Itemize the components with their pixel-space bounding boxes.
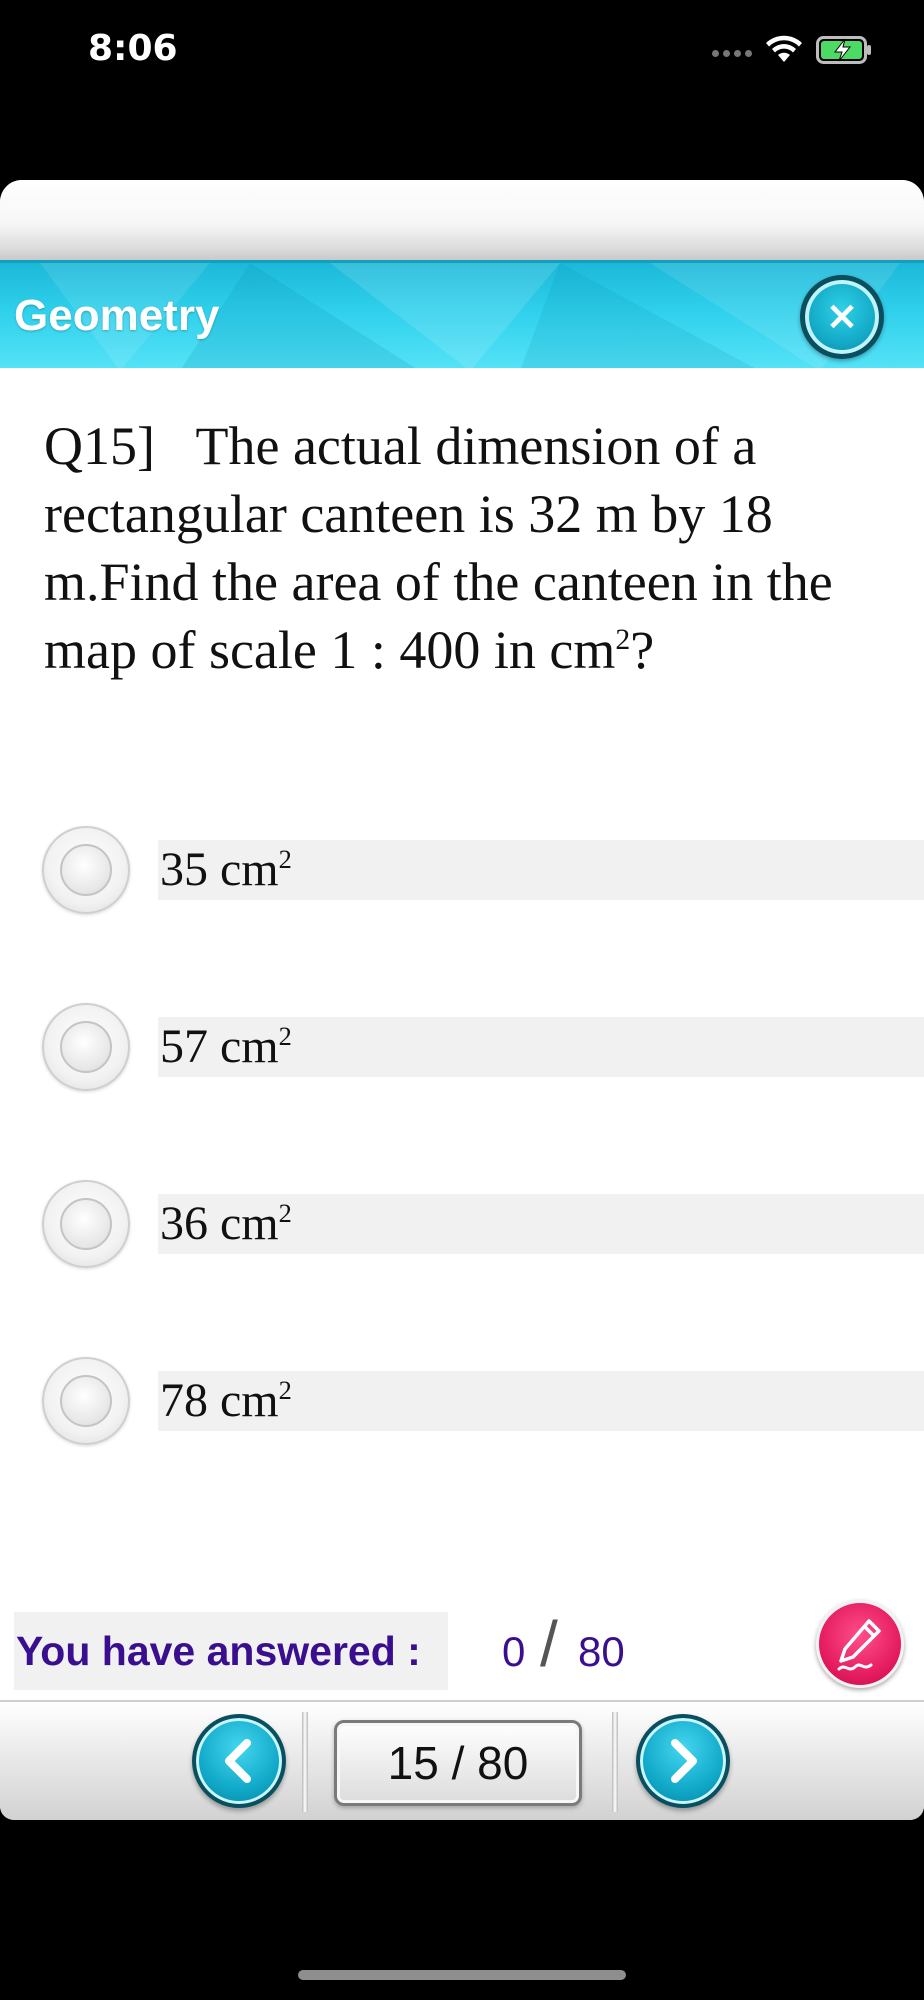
answered-progress: You have answered : 0 / 80 (0, 1600, 924, 1692)
navigation-bar: 15 / 80 (0, 1700, 924, 1820)
edit-button[interactable] (816, 1600, 904, 1688)
radio-button[interactable] (42, 1357, 130, 1445)
close-icon: × (825, 293, 859, 340)
status-time: 8:06 (88, 28, 178, 69)
next-button[interactable] (636, 1714, 730, 1808)
pencil-icon (837, 1619, 881, 1671)
status-bar: 8:06 (0, 0, 924, 110)
top-strip (0, 180, 924, 260)
wifi-icon (766, 35, 802, 62)
radio-button[interactable] (42, 826, 130, 914)
header-bar: Geometry × (0, 260, 924, 368)
radio-button[interactable] (42, 1003, 130, 1091)
page-title: Geometry (14, 291, 220, 340)
question-text: Q15] The actual dimension of a rectangul… (44, 412, 884, 684)
quiz-card: Geometry × Q15] The actual dimension of … (0, 180, 924, 1820)
answered-label: You have answered : (16, 1628, 421, 1674)
option-label: 78 cm2 (160, 1374, 292, 1427)
answer-option[interactable]: 78 cm2 (0, 1351, 924, 1451)
chevron-right-icon (671, 1739, 697, 1783)
option-label: 57 cm2 (160, 1020, 292, 1073)
answer-option[interactable]: 35 cm2 (0, 820, 924, 920)
battery-charging-icon (816, 36, 871, 64)
option-label: 35 cm2 (160, 843, 292, 896)
radio-button[interactable] (42, 1180, 130, 1268)
question-body: The actual dimension of a rectangular ca… (44, 416, 833, 680)
nav-divider (302, 1712, 308, 1812)
answered-slash: / (540, 1608, 558, 1680)
question-end: ? (630, 620, 655, 680)
question-number: Q15] (44, 416, 155, 476)
signal-icon (712, 50, 756, 60)
nav-divider (612, 1712, 618, 1812)
page-indicator: 15 / 80 (334, 1720, 582, 1806)
answer-option[interactable]: 57 cm2 (0, 997, 924, 1097)
close-button[interactable]: × (800, 275, 884, 359)
answered-count: 0 (502, 1628, 526, 1675)
chevron-left-icon (225, 1739, 251, 1783)
answer-option[interactable]: 36 cm2 (0, 1174, 924, 1274)
home-indicator[interactable] (298, 1970, 626, 1980)
option-label: 36 cm2 (160, 1197, 292, 1250)
question-superscript: 2 (615, 624, 631, 656)
answered-total: 80 (578, 1628, 625, 1675)
previous-button[interactable] (192, 1714, 286, 1808)
